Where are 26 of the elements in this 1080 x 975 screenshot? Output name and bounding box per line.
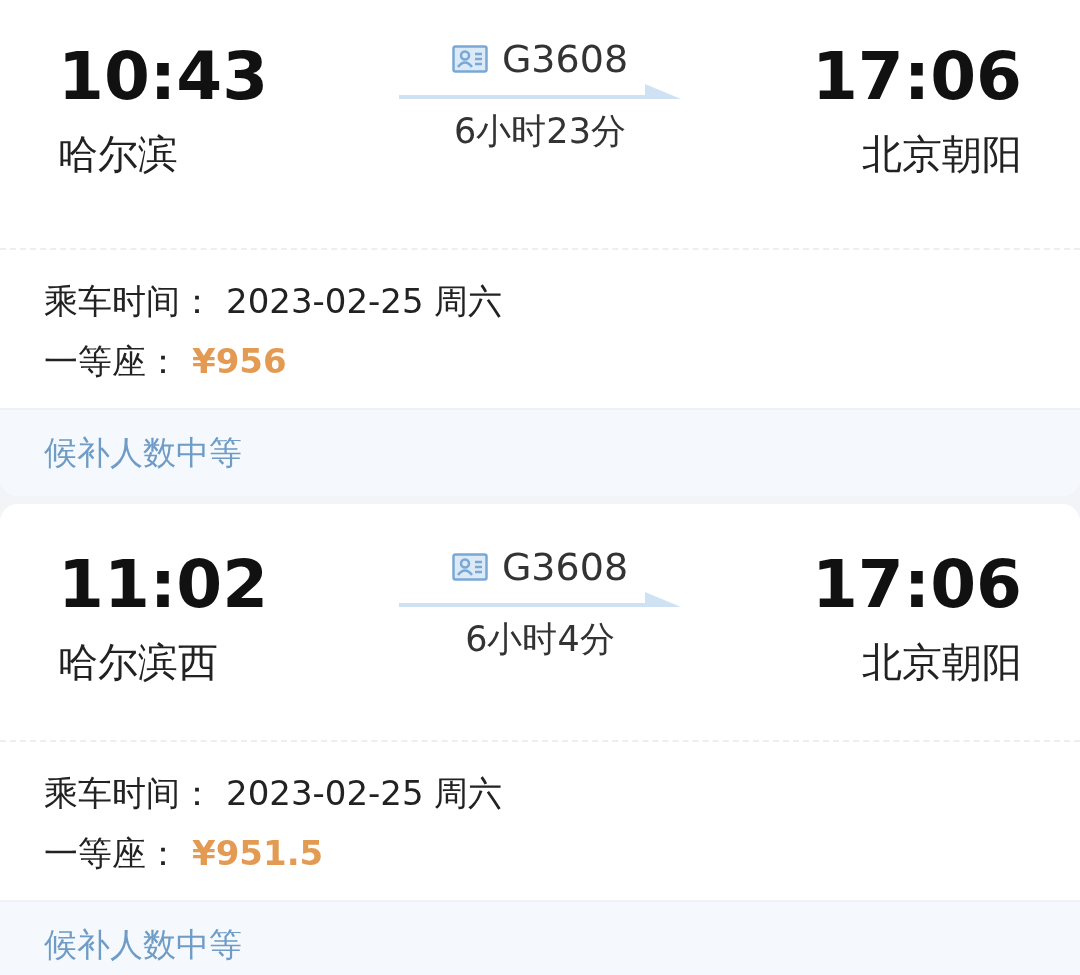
travel-duration: 6小时4分	[465, 622, 615, 657]
travel-date: 2023-02-25 周六	[226, 776, 503, 810]
waitlist-status: 候补人数中等	[44, 924, 242, 967]
arrival-time: 17:06	[811, 552, 1022, 618]
arrival-station: 北京朝阳	[862, 134, 1022, 174]
id-card-icon	[451, 45, 488, 73]
ticket-price: ¥951.5	[192, 836, 324, 870]
travel-duration: 6小时23分	[454, 114, 626, 149]
seat-label: 一等座：	[44, 344, 180, 378]
seat-label: 一等座：	[44, 836, 180, 870]
ticket-price: ¥956	[192, 344, 287, 378]
date-label: 乘车时间：	[44, 776, 214, 810]
departure-time: 10:43	[58, 44, 269, 110]
ticket-card[interactable]: 11:02 哈尔滨西 G3608 6小时4分 17:06 北京朝阳 乘车时间： 2023-02-25 周六 一等座： ¥951.5 候补人数中等	[0, 504, 1080, 975]
arrival-time: 17:06	[811, 44, 1022, 110]
id-card-icon	[451, 553, 488, 581]
waitlist-status: 候补人数中等	[44, 432, 242, 475]
departure-station: 哈尔滨	[58, 134, 179, 174]
date-label: 乘车时间：	[44, 284, 214, 318]
travel-date: 2023-02-25 周六	[226, 284, 503, 318]
arrival-station: 北京朝阳	[862, 642, 1022, 682]
train-number: G3608	[501, 40, 629, 78]
departure-time: 11:02	[58, 552, 269, 618]
departure-station: 哈尔滨西	[58, 642, 219, 682]
train-number: G3608	[501, 548, 629, 586]
ticket-card[interactable]: 10:43 哈尔滨 G3608 6小时23分 17:06 北京朝阳 乘车时间： 2023-02-25 周六 一等座： ¥956 候补人数中等	[0, 0, 1080, 496]
